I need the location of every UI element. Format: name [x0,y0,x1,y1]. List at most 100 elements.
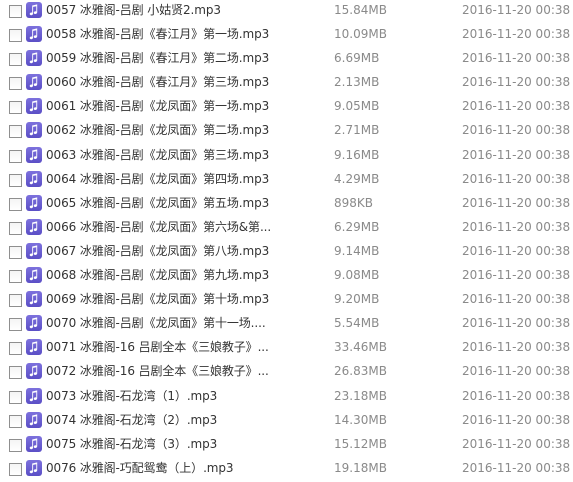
file-list: 0057 冰雅阁-吕剧 小姑贤2.mp3 15.84MB 2016-11-20 … [0,0,573,482]
file-checkbox[interactable] [9,173,22,187]
music-note-icon [26,267,42,284]
file-size: 9.20MB [334,292,380,307]
file-row[interactable]: 0066 冰雅阁-吕剧《龙凤面》第六场&第... 6.29MB 2016-11-… [0,217,573,241]
file-size: 9.14MB [334,243,380,258]
file-checkbox[interactable] [9,414,22,428]
file-checkbox[interactable] [9,221,22,235]
file-name[interactable]: 0073 冰雅阁-石龙湾（1）.mp3 [46,389,276,404]
file-name[interactable]: 0068 冰雅阁-吕剧《龙凤面》第九场.mp3 [46,268,276,283]
file-row[interactable]: 0073 冰雅阁-石龙湾（1）.mp3 23.18MB 2016-11-20 0… [0,386,573,410]
file-name[interactable]: 0058 冰雅阁-吕剧《春江月》第一场.mp3 [46,27,276,42]
file-row[interactable]: 0071 冰雅阁-16 吕剧全本《三娘教子》... 33.46MB 2016-1… [0,337,573,361]
music-note-icon [26,26,42,43]
file-name[interactable]: 0063 冰雅阁-吕剧《龙凤面》第三场.mp3 [46,148,276,163]
file-checkbox[interactable] [9,270,22,284]
file-row[interactable]: 0075 冰雅阁-石龙湾（3）.mp3 15.12MB 2016-11-20 0… [0,434,573,458]
music-note-icon [26,411,42,428]
file-name[interactable]: 0060 冰雅阁-吕剧《春江月》第三场.mp3 [46,75,276,90]
file-checkbox[interactable] [9,245,22,259]
file-name[interactable]: 0072 冰雅阁-16 吕剧全本《三娘教子》... [46,364,276,379]
file-row[interactable]: 0072 冰雅阁-16 吕剧全本《三娘教子》... 26.83MB 2016-1… [0,361,573,385]
file-checkbox[interactable] [9,149,22,163]
file-checkbox[interactable] [9,53,22,67]
file-name[interactable]: 0069 冰雅阁-吕剧《龙凤面》第十场.mp3 [46,292,276,307]
file-name[interactable]: 0076 冰雅阁-巧配鸳鸯（上）.mp3 [46,461,276,476]
file-row[interactable]: 0065 冰雅阁-吕剧《龙凤面》第五场.mp3 898KB 2016-11-20… [0,193,573,217]
file-size: 33.46MB [334,340,387,355]
file-size: 2.13MB [334,75,380,90]
file-row[interactable]: 0069 冰雅阁-吕剧《龙凤面》第十场.mp3 9.20MB 2016-11-2… [0,289,573,313]
music-note-icon [26,98,42,115]
file-name[interactable]: 0074 冰雅阁-石龙湾（2）.mp3 [46,413,276,428]
file-checkbox[interactable] [9,197,22,211]
file-size: 6.29MB [334,219,380,234]
file-date: 2016-11-20 00:38 [462,388,571,403]
file-name[interactable]: 0070 冰雅阁-吕剧《龙凤面》第十一场.... [46,316,276,331]
file-row[interactable]: 0057 冰雅阁-吕剧 小姑贤2.mp3 15.84MB 2016-11-20 … [0,0,573,24]
file-date: 2016-11-20 00:38 [462,75,571,90]
file-row[interactable]: 0059 冰雅阁-吕剧《春江月》第二场.mp3 6.69MB 2016-11-2… [0,48,573,72]
music-note-icon [26,50,42,67]
file-date: 2016-11-20 00:38 [462,27,571,42]
file-name[interactable]: 0067 冰雅阁-吕剧《龙凤面》第八场.mp3 [46,244,276,259]
file-row[interactable]: 0060 冰雅阁-吕剧《春江月》第三场.mp3 2.13MB 2016-11-2… [0,72,573,96]
music-note-icon [26,291,42,308]
file-name[interactable]: 0061 冰雅阁-吕剧《龙凤面》第一场.mp3 [46,99,276,114]
file-checkbox[interactable] [9,462,22,476]
file-name[interactable]: 0065 冰雅阁-吕剧《龙凤面》第五场.mp3 [46,196,276,211]
file-row[interactable]: 0061 冰雅阁-吕剧《龙凤面》第一场.mp3 9.05MB 2016-11-2… [0,96,573,120]
file-row[interactable]: 0067 冰雅阁-吕剧《龙凤面》第八场.mp3 9.14MB 2016-11-2… [0,241,573,265]
file-name[interactable]: 0059 冰雅阁-吕剧《春江月》第二场.mp3 [46,51,276,66]
music-note-icon [26,194,42,211]
file-date: 2016-11-20 00:38 [462,412,571,427]
music-note-icon [26,122,42,139]
file-name[interactable]: 0071 冰雅阁-16 吕剧全本《三娘教子》... [46,340,276,355]
music-note-icon [26,218,42,235]
file-row[interactable]: 0076 冰雅阁-巧配鸳鸯（上）.mp3 19.18MB 2016-11-20 … [0,458,573,482]
file-row[interactable]: 0070 冰雅阁-吕剧《龙凤面》第十一场.... 5.54MB 2016-11-… [0,313,573,337]
music-note-icon [26,170,42,187]
music-note-icon [26,146,42,163]
file-size: 9.16MB [334,147,380,162]
file-name[interactable]: 0057 冰雅阁-吕剧 小姑贤2.mp3 [46,3,276,18]
music-note-icon [26,242,42,259]
file-checkbox[interactable] [9,366,22,380]
file-date: 2016-11-20 00:38 [462,171,571,186]
file-size: 898KB [334,195,374,210]
file-checkbox[interactable] [9,125,22,139]
file-checkbox[interactable] [9,318,22,332]
file-size: 15.12MB [334,436,387,451]
file-row[interactable]: 0074 冰雅阁-石龙湾（2）.mp3 14.30MB 2016-11-20 0… [0,410,573,434]
file-date: 2016-11-20 00:38 [462,436,571,451]
file-checkbox[interactable] [9,29,22,43]
file-date: 2016-11-20 00:38 [462,195,571,210]
file-checkbox[interactable] [9,390,22,404]
file-date: 2016-11-20 00:38 [462,364,571,379]
file-checkbox[interactable] [9,77,22,91]
file-date: 2016-11-20 00:38 [462,123,571,138]
file-date: 2016-11-20 00:38 [462,51,571,66]
file-size: 5.54MB [334,316,380,331]
file-name[interactable]: 0062 冰雅阁-吕剧《龙凤面》第二场.mp3 [46,123,276,138]
file-size: 14.30MB [334,412,387,427]
file-row[interactable]: 0068 冰雅阁-吕剧《龙凤面》第九场.mp3 9.08MB 2016-11-2… [0,265,573,289]
file-row[interactable]: 0058 冰雅阁-吕剧《春江月》第一场.mp3 10.09MB 2016-11-… [0,24,573,48]
file-checkbox[interactable] [9,101,22,115]
file-date: 2016-11-20 00:38 [462,99,571,114]
music-note-icon [26,363,42,380]
file-size: 2.71MB [334,123,380,138]
music-note-icon [26,459,42,476]
file-name[interactable]: 0064 冰雅阁-吕剧《龙凤面》第四场.mp3 [46,172,276,187]
file-name[interactable]: 0075 冰雅阁-石龙湾（3）.mp3 [46,437,276,452]
file-checkbox[interactable] [9,342,22,356]
file-checkbox[interactable] [9,438,22,452]
file-size: 4.29MB [334,171,380,186]
file-checkbox[interactable] [9,294,22,308]
file-checkbox[interactable] [9,5,22,18]
file-row[interactable]: 0064 冰雅阁-吕剧《龙凤面》第四场.mp3 4.29MB 2016-11-2… [0,169,573,193]
file-size: 15.84MB [334,3,387,17]
file-row[interactable]: 0063 冰雅阁-吕剧《龙凤面》第三场.mp3 9.16MB 2016-11-2… [0,145,573,169]
file-row[interactable]: 0062 冰雅阁-吕剧《龙凤面》第二场.mp3 2.71MB 2016-11-2… [0,120,573,144]
file-name[interactable]: 0066 冰雅阁-吕剧《龙凤面》第六场&第... [46,220,276,235]
music-note-icon [26,435,42,452]
